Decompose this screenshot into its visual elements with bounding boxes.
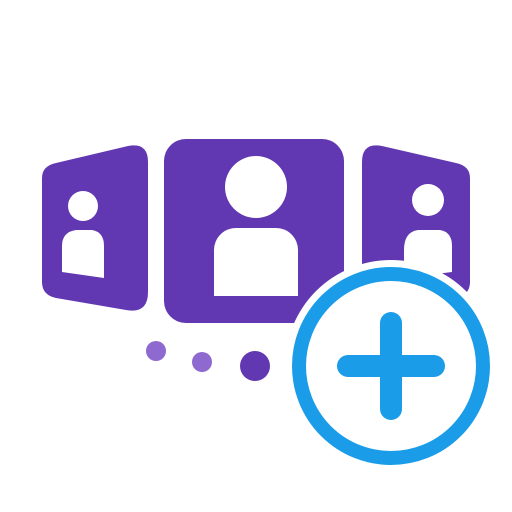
left-card-head <box>68 191 98 221</box>
right-card-head <box>412 184 444 216</box>
left-card-body <box>62 230 104 278</box>
add-plus-icon <box>285 260 497 472</box>
center-card-head <box>225 156 287 218</box>
icon-canvas <box>0 0 512 512</box>
left-card-shape <box>42 145 148 311</box>
center-card-body-base <box>214 258 298 296</box>
carousel-dot-2 <box>192 352 212 372</box>
carousel-dots <box>146 341 270 381</box>
add-participant-carousel-icon <box>42 139 497 472</box>
left-profile-card-icon <box>42 145 148 311</box>
carousel-dot-1 <box>146 341 166 361</box>
carousel-dot-3 <box>240 351 270 381</box>
